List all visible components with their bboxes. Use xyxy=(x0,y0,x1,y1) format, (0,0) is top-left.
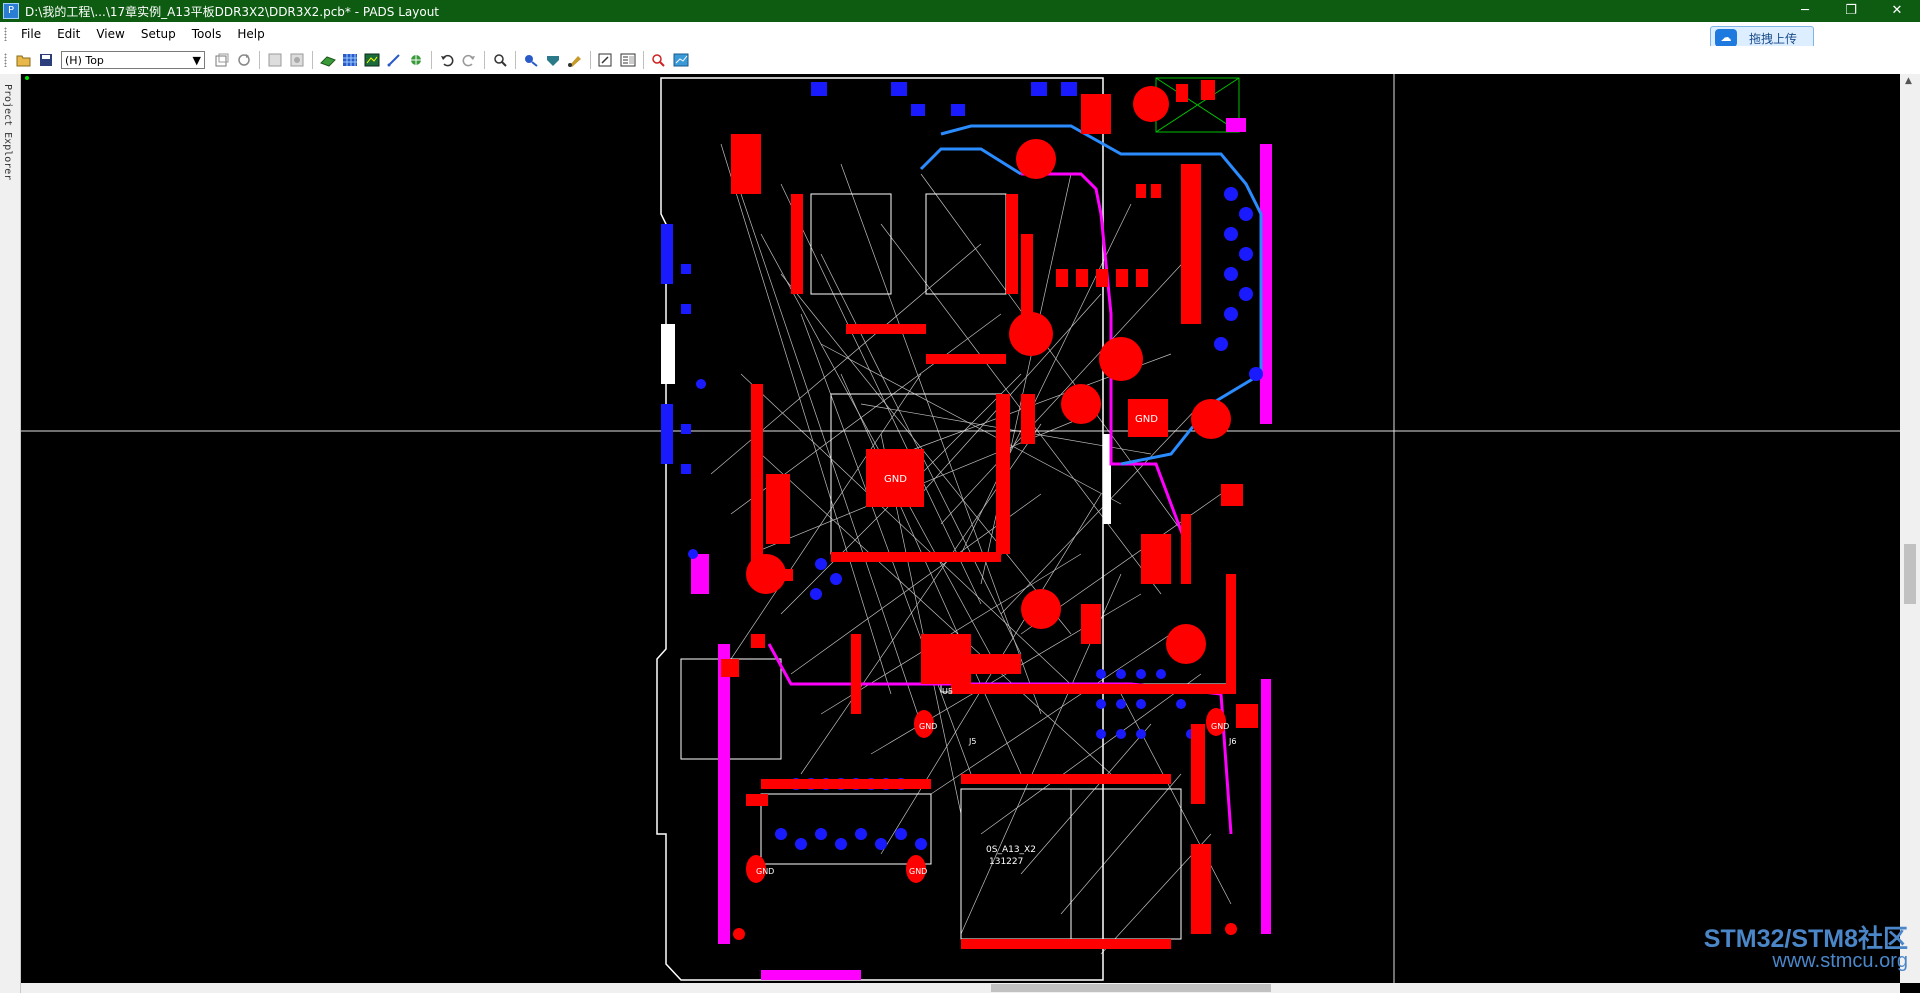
component-filter-icon[interactable] xyxy=(288,51,306,69)
watermark-url: www.stmcu.org xyxy=(1772,950,1908,972)
pad-row-group xyxy=(731,94,1236,949)
toolbar-separator xyxy=(259,51,260,69)
save-icon[interactable] xyxy=(37,51,55,69)
refresh-icon[interactable] xyxy=(235,51,253,69)
upload-label: 拖拽上传 xyxy=(1749,31,1798,46)
trace-magenta-group xyxy=(691,118,1272,980)
report-icon[interactable] xyxy=(619,51,637,69)
toolbar-separator xyxy=(312,51,313,69)
layer-select-value: (H) Top xyxy=(65,53,104,67)
cam-icon[interactable] xyxy=(597,51,615,69)
toolbar-separator xyxy=(643,51,644,69)
open-file-icon[interactable] xyxy=(15,51,33,69)
select-filter-icon[interactable] xyxy=(266,51,284,69)
horizontal-scroll-thumb[interactable] xyxy=(991,984,1271,992)
pcb-board-view[interactable]: GND GND GND GND GND GND 0S_A13_X2 131227… xyxy=(21,74,1900,983)
gnd-label-right: GND xyxy=(1135,414,1158,425)
diagonal-line-icon[interactable] xyxy=(385,51,403,69)
menu-help[interactable]: Help xyxy=(229,27,272,41)
horizontal-scrollbar[interactable] xyxy=(21,983,1900,993)
toolbar-separator xyxy=(515,51,516,69)
menu-setup[interactable]: Setup xyxy=(133,27,184,41)
project-explorer-panel[interactable]: Project Explorer xyxy=(0,74,21,993)
drc-icon[interactable] xyxy=(650,51,668,69)
restore-button[interactable]: ❐ xyxy=(1828,0,1874,22)
gnd-label-j6: GND xyxy=(1211,722,1229,731)
chip-label-line2: 131227 xyxy=(989,857,1023,867)
gnd-label-main: GND xyxy=(884,474,907,485)
design-tools-icon[interactable] xyxy=(407,51,425,69)
window-controls: ─ ❐ ✕ xyxy=(1782,0,1920,22)
minimize-button[interactable]: ─ xyxy=(1782,0,1828,22)
close-button[interactable]: ✕ xyxy=(1874,0,1920,22)
redo-icon[interactable] xyxy=(460,51,478,69)
title-bar: P D:\我的工程\...\17章实例_A13平板DDR3X2\DDR3X2.p… xyxy=(0,0,1920,22)
menu-file[interactable]: File xyxy=(13,27,49,41)
eco-icon[interactable] xyxy=(566,51,584,69)
board-view-icon[interactable] xyxy=(363,51,381,69)
menubar-grip[interactable] xyxy=(4,27,7,41)
route-icon[interactable] xyxy=(319,51,337,69)
gnd-label-j5: GND xyxy=(919,722,937,731)
vertical-scrollbar[interactable]: ▲ xyxy=(1900,74,1920,983)
menu-bar: File Edit View Setup Tools Help xyxy=(0,22,1920,46)
toolbar-separator xyxy=(590,51,591,69)
pour-manager-icon[interactable] xyxy=(544,51,562,69)
toolbar-separator xyxy=(484,51,485,69)
menu-edit[interactable]: Edit xyxy=(49,27,88,41)
chip-label-line1: 0S_A13_X2 xyxy=(986,845,1036,855)
pads-app-icon[interactable]: P xyxy=(3,3,19,19)
properties-icon[interactable] xyxy=(213,51,231,69)
connector-outline-left xyxy=(661,324,675,384)
grid-icon[interactable] xyxy=(341,51,359,69)
main-toolbar: (H) Top ▼ xyxy=(0,46,1920,75)
ref-label-u5: U5 xyxy=(942,687,953,696)
origin-marker xyxy=(25,76,29,80)
window-title: D:\我的工程\...\17章实例_A13平板DDR3X2\DDR3X2.pcb… xyxy=(25,4,440,19)
undo-icon[interactable] xyxy=(438,51,456,69)
watermark-title: STM32/STM8社区 xyxy=(1703,925,1908,953)
cloud-icon: ☁ xyxy=(1715,29,1737,47)
verify-design-icon[interactable] xyxy=(522,51,540,69)
scroll-up-icon[interactable]: ▲ xyxy=(1905,76,1912,86)
router-link-icon[interactable] xyxy=(672,51,690,69)
vertical-scroll-thumb[interactable] xyxy=(1904,544,1916,604)
menu-tools[interactable]: Tools xyxy=(184,27,230,41)
zoom-icon[interactable] xyxy=(491,51,509,69)
pcb-canvas[interactable]: GND GND GND GND GND GND 0S_A13_X2 131227… xyxy=(21,74,1900,983)
layer-select[interactable]: (H) Top ▼ xyxy=(61,51,205,69)
watermark: STM32/STM8社区 www.stmcu.org xyxy=(1703,925,1908,973)
ref-label-j6: J6 xyxy=(1228,737,1236,746)
gnd-label-bottom-mid: GND xyxy=(909,867,927,876)
ref-label-j5: J5 xyxy=(968,737,976,746)
toolbar-grip[interactable] xyxy=(4,53,7,67)
chevron-down-icon: ▼ xyxy=(192,53,201,67)
toolbar-separator xyxy=(431,51,432,69)
menu-view[interactable]: View xyxy=(88,27,132,41)
project-explorer-label: Project Explorer xyxy=(2,84,13,181)
gnd-label-bottom-left: GND xyxy=(756,867,774,876)
